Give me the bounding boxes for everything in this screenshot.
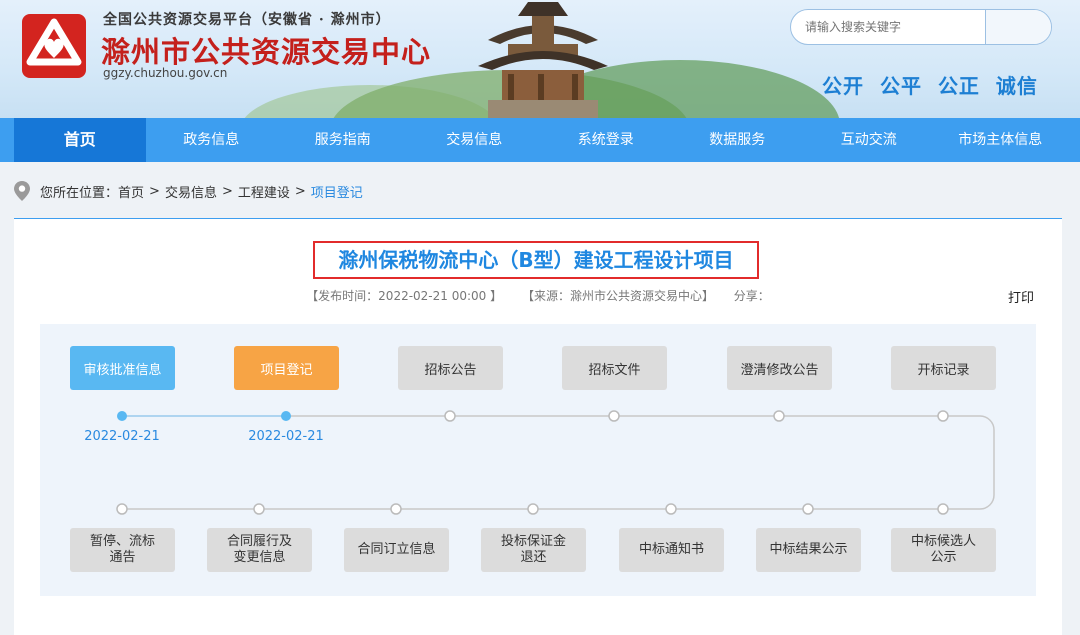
step-dot — [253, 503, 265, 515]
step-approval-info[interactable]: 审核批准信息 — [70, 346, 175, 390]
search-box — [790, 9, 1052, 45]
step-date: 2022-02-21 — [84, 429, 160, 444]
article-title: 滁州保税物流中心（B型）建设工程设计项目 — [313, 241, 759, 279]
step-clarification-notice[interactable]: 澄清修改公告 — [727, 346, 832, 390]
share-label: 分享： — [733, 289, 770, 303]
step-contract-performance[interactable]: 合同履行及 变更信息 — [207, 528, 312, 572]
location-pin-icon — [14, 181, 30, 201]
step-tender-notice[interactable]: 招标公告 — [398, 346, 503, 390]
nav-item-market-entity[interactable]: 市场主体信息 — [935, 118, 1067, 162]
breadcrumb-engineering[interactable]: 工程建设 — [238, 182, 290, 201]
step-dot — [390, 503, 402, 515]
breadcrumb-trade-info[interactable]: 交易信息 — [165, 182, 217, 201]
breadcrumb-home[interactable]: 首页 — [118, 182, 144, 201]
step-dot — [937, 410, 949, 422]
step-deposit-refund[interactable]: 投标保证金 退还 — [481, 528, 586, 572]
breadcrumb-separator: > — [149, 183, 160, 199]
article-source: 【来源：滁州市公共资源交易中心】 — [521, 289, 714, 303]
platform-name: 全国公共资源交易平台（安徽省 · 滁州市） — [103, 12, 391, 28]
article-panel: 滁州保税物流中心（B型）建设工程设计项目 【发布时间：2022-02-21 00… — [14, 218, 1062, 635]
search-input[interactable] — [791, 10, 986, 44]
breadcrumb: 您所在位置： 首页 > 交易信息 > 工程建设 > 项目登记 — [14, 180, 363, 202]
step-bid-opening-record[interactable]: 开标记录 — [891, 346, 996, 390]
pavilion-image — [478, 2, 608, 118]
slogan-item: 公平 — [879, 74, 922, 98]
article-meta: 【发布时间：2022-02-21 00:00 】 【来源：滁州市公共资源交易中心… — [14, 287, 1062, 304]
breadcrumb-separator: > — [294, 183, 306, 199]
step-suspension-notice[interactable]: 暂停、流标 通告 — [70, 528, 175, 572]
breadcrumb-separator: > — [221, 183, 233, 199]
slogan-item: 公正 — [937, 74, 980, 98]
step-dot — [802, 503, 814, 515]
step-dot — [281, 411, 291, 421]
step-dot — [527, 503, 539, 515]
slogan-item: 公开 — [822, 74, 864, 98]
step-project-registration[interactable]: 项目登记 — [234, 346, 339, 390]
step-dot — [937, 503, 949, 515]
nav-item-trade-info[interactable]: 交易信息 — [409, 118, 541, 162]
slogan-item: 诚信 — [995, 74, 1038, 98]
step-dot — [608, 410, 620, 422]
site-url: ggzy.chuzhou.gov.cn — [103, 66, 228, 80]
step-date: 2022-02-21 — [248, 429, 324, 444]
step-tender-documents[interactable]: 招标文件 — [562, 346, 667, 390]
step-dot — [665, 503, 677, 515]
nav-item-interaction[interactable]: 互动交流 — [803, 118, 935, 162]
nav-item-system-login[interactable]: 系统登录 — [540, 118, 672, 162]
logo-icon — [22, 14, 86, 78]
main-nav: 首页 政务信息 服务指南 交易信息 系统登录 数据服务 互动交流 市场主体信息 — [0, 118, 1080, 162]
nav-item-home[interactable]: 首页 — [14, 118, 146, 162]
nav-item-service-guide[interactable]: 服务指南 — [277, 118, 409, 162]
publish-time: 【发布时间：2022-02-21 00:00 】 — [306, 289, 503, 303]
step-dot — [444, 410, 456, 422]
site-title[interactable]: 滁州市公共资源交易中心 — [101, 29, 431, 71]
slogan: 公开 公平 公正 诚信 — [822, 70, 1046, 99]
step-award-result[interactable]: 中标结果公示 — [756, 528, 861, 572]
nav-item-government-info[interactable]: 政务信息 — [146, 118, 278, 162]
step-dot — [773, 410, 785, 422]
step-dot — [116, 503, 128, 515]
process-flow: 审核批准信息 项目登记 招标公告 招标文件 澄清修改公告 开标记录 2022-0… — [40, 324, 1036, 596]
step-contract-signing[interactable]: 合同订立信息 — [344, 528, 449, 572]
site-header: 全国公共资源交易平台（安徽省 · 滁州市） 滁州市公共资源交易中心 ggzy.c… — [0, 0, 1080, 118]
step-dot — [117, 411, 127, 421]
print-button[interactable]: 打印 — [1008, 287, 1034, 306]
step-award-notice[interactable]: 中标通知书 — [619, 528, 724, 572]
search-button[interactable] — [985, 10, 1051, 44]
breadcrumb-current[interactable]: 项目登记 — [311, 182, 363, 201]
nav-item-data-service[interactable]: 数据服务 — [672, 118, 804, 162]
breadcrumb-prefix: 您所在位置： — [40, 185, 119, 201]
step-candidate-publicity[interactable]: 中标候选人 公示 — [891, 528, 996, 572]
